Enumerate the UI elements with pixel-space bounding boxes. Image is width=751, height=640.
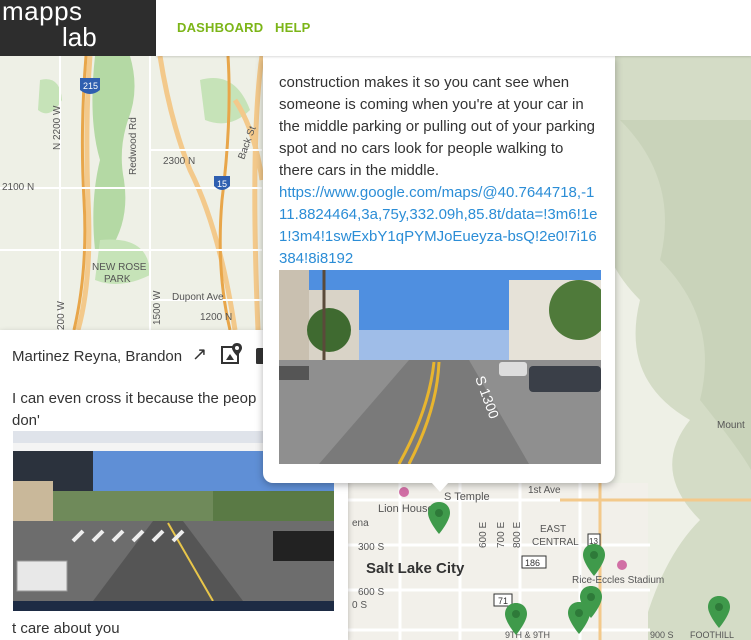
label-w1500: 1500 W <box>152 290 163 325</box>
label-mount: Mount <box>717 420 745 431</box>
label-foothill: FOOTHILL <box>690 630 734 640</box>
map-marker-icon[interactable] <box>583 544 605 576</box>
interstate-15-shield: 15 <box>214 176 230 190</box>
label-rosepark2: PARK <box>104 274 131 285</box>
interstate-215-shield: 215 <box>80 78 100 94</box>
label-e600: 600 E <box>478 522 489 548</box>
map-marker-icon[interactable] <box>428 502 450 534</box>
comment-body: construction makes it so you cant see wh… <box>279 74 596 179</box>
label-w200: 200 W <box>56 301 67 330</box>
nav-help-link[interactable]: HELP <box>275 20 310 35</box>
nav-dashboard-link[interactable]: DASHBOARD <box>177 20 263 35</box>
label-stemple: S Temple <box>444 491 490 503</box>
map-pin-icon[interactable] <box>220 342 244 366</box>
comment-popup-right: construction makes it so you cant see wh… <box>263 56 615 492</box>
label-n2300: 2300 N <box>163 156 195 167</box>
label-redwood: Redwood Rd <box>128 117 139 175</box>
map-marker-icon[interactable] <box>505 603 527 635</box>
svg-text:15: 15 <box>217 179 227 189</box>
label-ena: ena <box>352 518 369 529</box>
streetview-link[interactable]: https://www.google.com/maps/@40.7644718,… <box>279 182 601 270</box>
label-eastcentral: EAST <box>540 524 566 535</box>
top-nav: DASHBOARD HELP <box>156 0 751 56</box>
expand-icon[interactable]: ↗ <box>192 344 207 365</box>
app-logo[interactable]: mapps lab <box>0 0 156 56</box>
map-marker-icon[interactable] <box>568 602 590 634</box>
label-n2200w: N 2200 W <box>52 105 63 150</box>
svg-text:186: 186 <box>525 558 540 568</box>
label-lionhouse: Lion House <box>378 503 434 515</box>
label-s0: 0 S <box>352 600 367 611</box>
label-n1200: 1200 N <box>200 312 232 323</box>
label-slc: Salt Lake City <box>366 560 465 577</box>
comment-author: Martinez Reyna, Brandon <box>12 348 183 365</box>
label-firstave: 1st Ave <box>528 485 561 496</box>
map-marker-icon[interactable] <box>708 596 730 628</box>
comment-photo[interactable]: S 1300 <box>279 270 601 464</box>
label-eastcentral2: CENTRAL <box>532 537 579 548</box>
label-s300: 300 S <box>358 542 384 553</box>
label-rice: Rice-Eccles Stadium <box>572 575 664 586</box>
label-s600: 600 S <box>358 587 384 598</box>
label-e800: 800 E <box>512 522 523 548</box>
label-rosepark: NEW ROSE <box>92 262 147 273</box>
route-186-shield: 186 <box>521 555 547 569</box>
poi-icon <box>617 560 627 570</box>
comment-body: I can even cross it because the peop don… <box>12 390 257 429</box>
comment-body-tail: t care about you <box>12 620 120 637</box>
label-dupont: Dupont Ave <box>172 292 224 303</box>
label-n2100: 2100 N <box>2 182 34 193</box>
label-s900: 900 S <box>650 630 674 640</box>
logo-text-bottom: lab <box>62 22 97 52</box>
label-e700: 700 E <box>496 522 507 548</box>
svg-text:215: 215 <box>83 81 98 91</box>
poi-icon <box>399 487 409 497</box>
popup-pointer <box>431 482 449 492</box>
